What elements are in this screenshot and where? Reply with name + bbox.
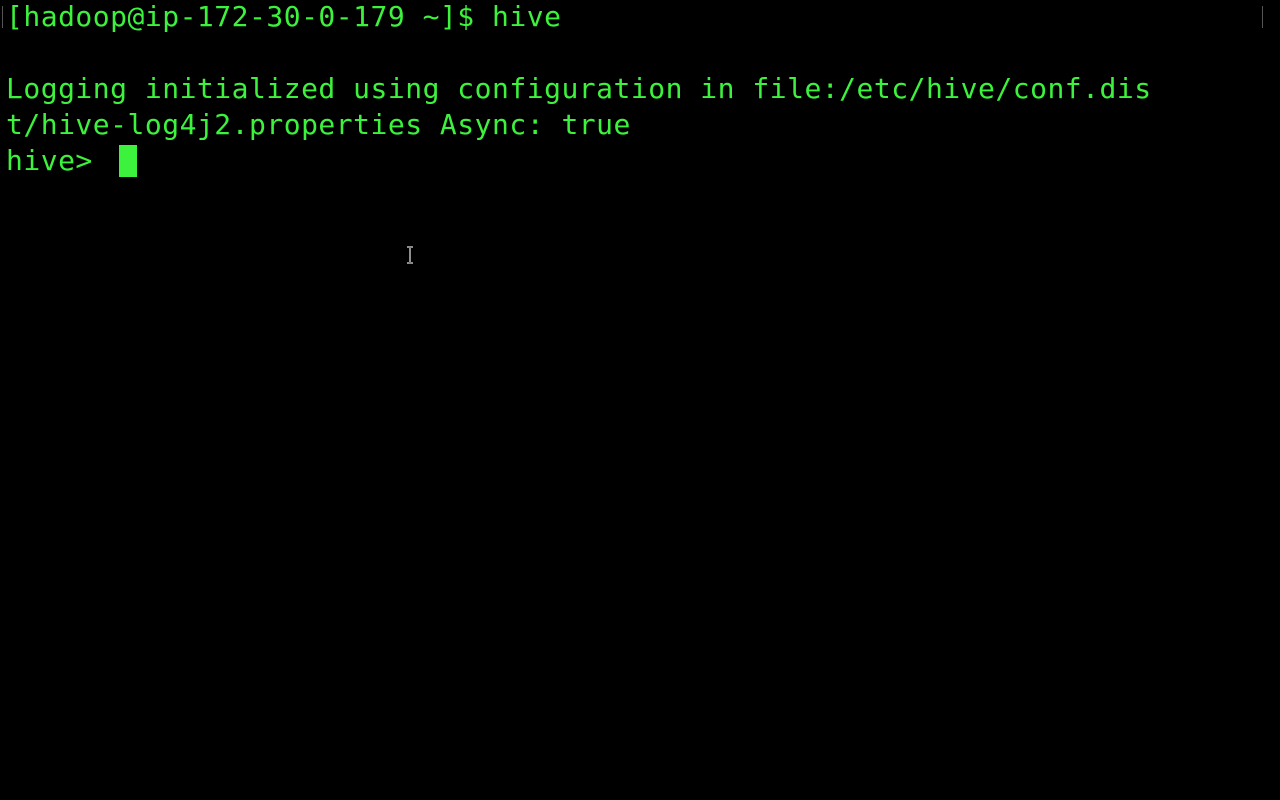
shell-command-line: [hadoop@ip-172-30-0-179 ~]$ hive <box>6 0 562 33</box>
text-ibeam-icon <box>407 246 413 264</box>
hive-prompt: hive> <box>6 144 111 177</box>
right-edge-marker <box>1262 6 1263 28</box>
block-cursor <box>119 145 137 177</box>
terminal-window[interactable]: [hadoop@ip-172-30-0-179 ~]$ hive Logging… <box>0 0 1280 800</box>
log-output-line-1: Logging initialized using configuration … <box>6 72 1152 105</box>
left-edge-marker <box>2 6 3 28</box>
hive-prompt-line[interactable]: hive> <box>6 143 110 179</box>
log-output-line-2: t/hive-log4j2.properties Async: true <box>6 108 631 141</box>
